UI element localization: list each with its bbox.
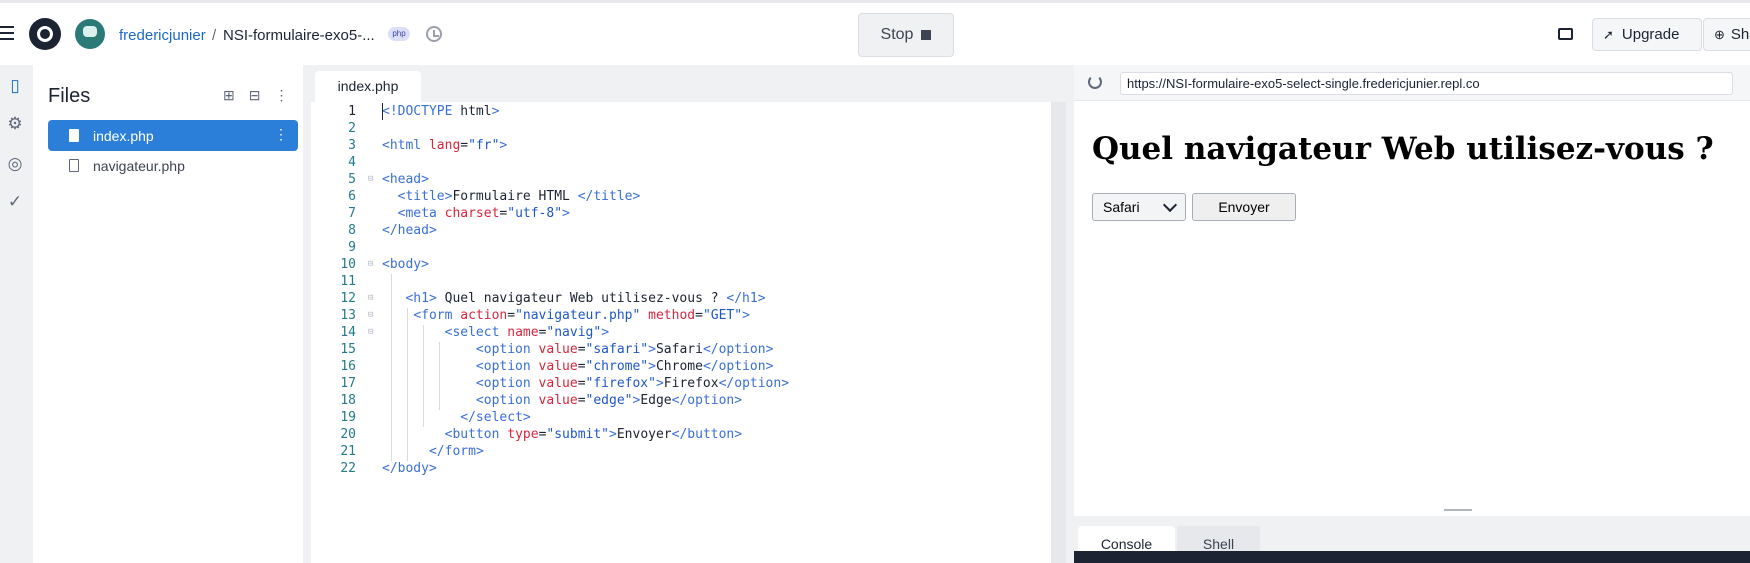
code-editor: index.php 1 <!DOCTYPE html> 2 3 <html lang="…: [311, 65, 1066, 563]
replit-logo[interactable]: [29, 18, 61, 50]
top-bar: fredericjunier / NSI-formulaire-exo5-...…: [0, 0, 1750, 65]
files-actions: ⊞ ⊟ ⋮: [223, 87, 288, 104]
line-number: 22: [340, 461, 356, 476]
repl-name[interactable]: NSI-formulaire-exo5-...: [223, 27, 375, 44]
editor-tab-index[interactable]: index.php: [315, 71, 421, 102]
editor-scrollbar[interactable]: [1051, 102, 1066, 563]
preview-heading: Quel navigateur Web utilisez-vous ?: [1092, 131, 1714, 167]
user-link[interactable]: fredericjunier: [119, 27, 206, 44]
language-badge: php: [388, 27, 410, 41]
indent-guide: [423, 325, 424, 427]
check-icon[interactable]: ✓: [4, 191, 26, 213]
left-rail: ▯ ⚙ ◎ ✓: [0, 65, 33, 563]
database-icon[interactable]: ◎: [4, 153, 26, 175]
code-line[interactable]: 22 </body>: [311, 459, 1051, 478]
files-title: Files: [48, 85, 91, 107]
submit-button[interactable]: Envoyer: [1192, 193, 1296, 221]
file-item-navigateur[interactable]: navigateur.php: [48, 150, 298, 181]
indent-guide: [439, 342, 440, 410]
split-handle[interactable]: [1444, 509, 1472, 511]
console-output[interactable]: [1074, 551, 1750, 563]
menu-icon[interactable]: [0, 26, 14, 40]
history-icon[interactable]: [426, 26, 442, 42]
indent-guide: [391, 274, 392, 461]
url-input[interactable]: [1120, 72, 1733, 95]
settings-icon[interactable]: ⚙: [4, 113, 26, 135]
new-file-icon[interactable]: ⊞: [223, 87, 235, 104]
url-bar: [1074, 65, 1750, 101]
chat-icon[interactable]: [1558, 28, 1573, 40]
file-icon[interactable]: ▯: [4, 75, 26, 97]
text-cursor: [382, 103, 383, 120]
file-icon: [69, 159, 79, 172]
stop-button[interactable]: Stop: [858, 13, 954, 57]
file-name: navigateur.php: [93, 157, 185, 174]
select-value: Safari: [1103, 199, 1140, 215]
webview-panel: Quel navigateur Web utilisez-vous ? Safa…: [1066, 65, 1750, 563]
code-text: </body>: [382, 461, 437, 476]
file-item-index[interactable]: index.php ⋮: [48, 120, 298, 151]
new-folder-icon[interactable]: ⊟: [249, 87, 261, 104]
kebab-icon[interactable]: ⋮: [274, 126, 288, 143]
code-area[interactable]: 1 <!DOCTYPE html> 2 3 <html lang="fr"> 4 5 ⊟ <he…: [311, 102, 1051, 563]
indent-guide: [407, 308, 408, 461]
reload-icon[interactable]: [1088, 75, 1102, 89]
editor-tab-bar: index.php: [311, 65, 1066, 102]
add-user-icon: ⊕: [1714, 26, 1725, 42]
share-button[interactable]: ⊕ Sha: [1703, 18, 1750, 51]
user-avatar[interactable]: [75, 19, 105, 49]
kebab-icon[interactable]: ⋮: [274, 87, 288, 104]
stop-icon: [921, 30, 932, 40]
stop-label: Stop: [880, 26, 914, 43]
share-label: Sha: [1730, 26, 1750, 43]
upgrade-button[interactable]: ➚ Upgrade: [1592, 18, 1702, 51]
chevron-down-icon: [1162, 197, 1178, 213]
files-panel: Files ⊞ ⊟ ⋮ index.php ⋮ navigateur.php: [33, 65, 311, 563]
file-icon: [69, 129, 79, 142]
file-name: index.php: [93, 127, 154, 144]
rocket-icon: ➚: [1603, 26, 1614, 42]
upgrade-label: Upgrade: [1621, 26, 1680, 43]
browser-select[interactable]: Safari: [1092, 193, 1186, 221]
breadcrumb-separator: /: [212, 27, 217, 44]
